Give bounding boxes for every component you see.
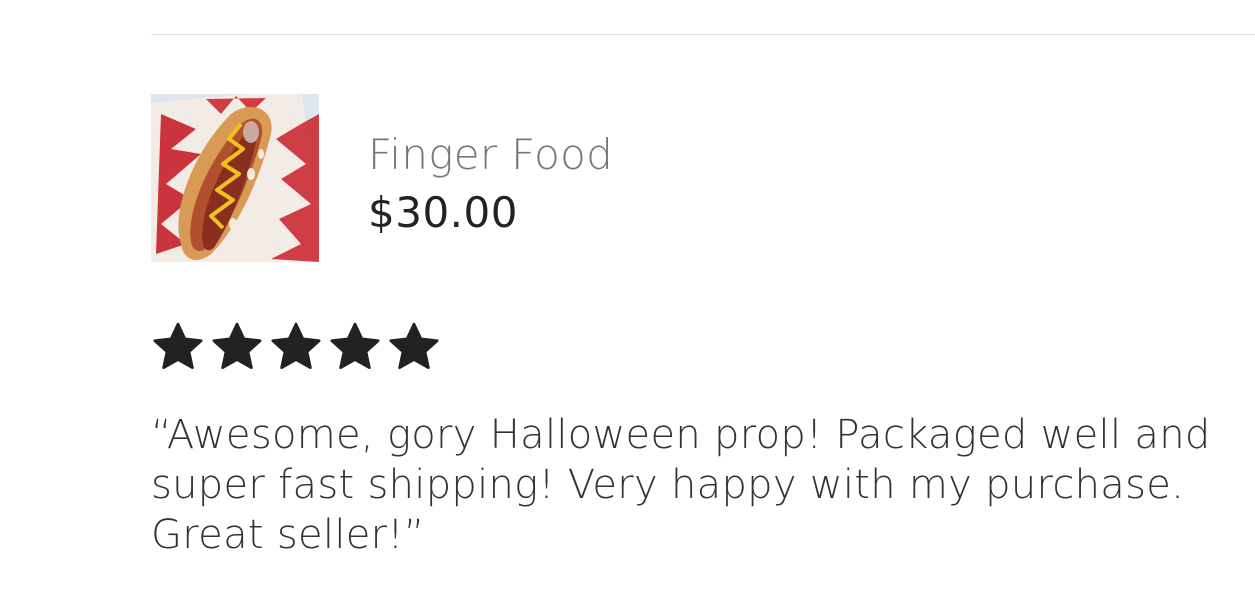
hotdog-finger-image <box>151 94 319 262</box>
star-rating <box>151 320 441 374</box>
star-icon <box>210 320 264 374</box>
star-icon <box>151 320 205 374</box>
star-icon <box>387 320 441 374</box>
product-thumbnail[interactable] <box>151 94 319 262</box>
section-divider <box>151 34 1255 35</box>
product-title[interactable]: Finger Food <box>368 128 613 182</box>
review-text: “Awesome, gory Halloween prop! Packaged … <box>151 412 1211 558</box>
star-icon <box>269 320 323 374</box>
product-info: Finger Food $30.00 <box>368 128 613 240</box>
star-icon <box>328 320 382 374</box>
product-price: $30.00 <box>368 188 518 237</box>
